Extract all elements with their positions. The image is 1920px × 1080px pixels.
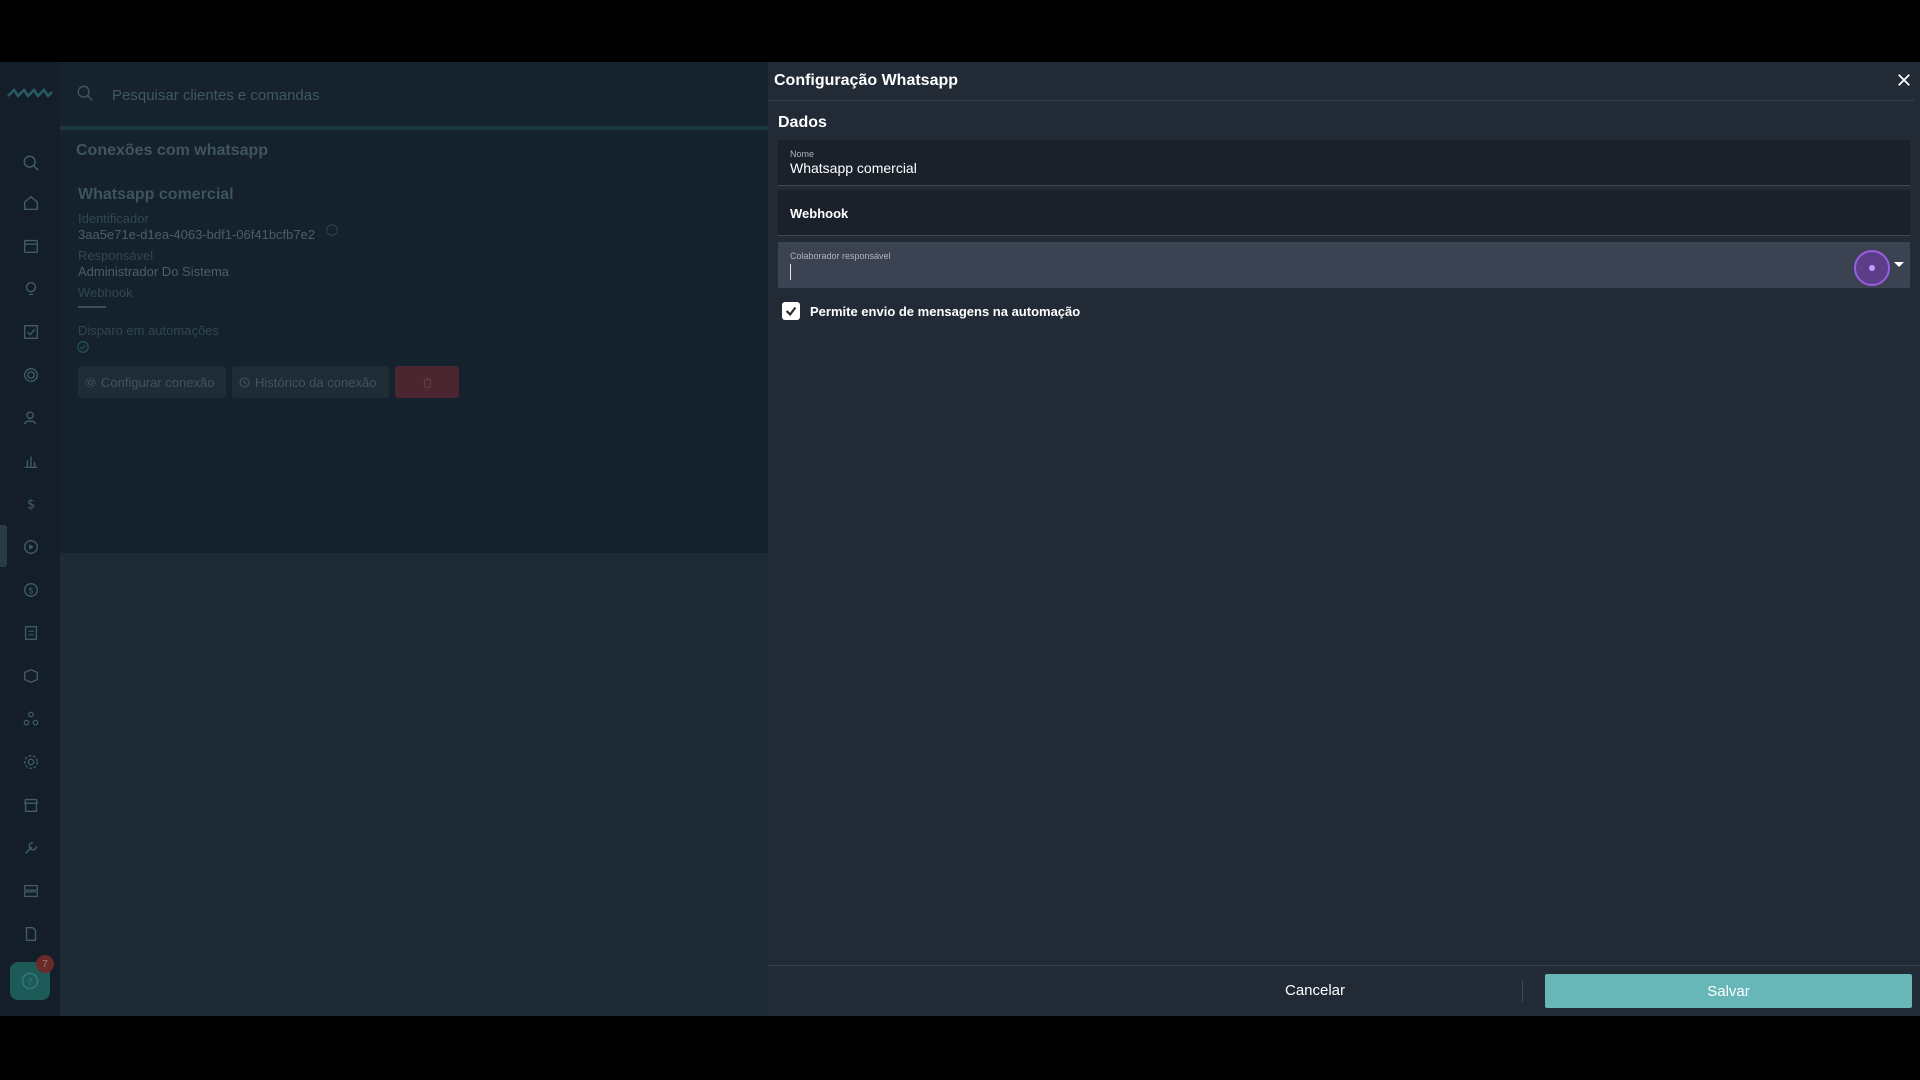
close-button[interactable] xyxy=(1894,70,1914,90)
help-icon: ? xyxy=(21,972,39,990)
history-icon xyxy=(239,377,250,387)
trash-icon xyxy=(422,377,432,388)
name-field-label: Nome xyxy=(790,149,815,159)
svg-text:?: ? xyxy=(27,977,32,988)
search-icon[interactable] xyxy=(20,152,42,174)
connection-history-button[interactable]: Histórico da conexão xyxy=(232,366,389,398)
gear-icon[interactable] xyxy=(20,751,42,773)
wrench-icon[interactable] xyxy=(20,837,42,859)
search-input[interactable]: Pesquisar clientes e comandas xyxy=(112,87,320,104)
whatsapp-icon[interactable] xyxy=(20,536,42,558)
whatsapp-config-drawer: Configuração Whatsapp Dados Nome Whatsap… xyxy=(768,62,1920,1016)
configure-connection-label: Configurar conexão xyxy=(101,374,215,390)
card-title: Conexões com whatsapp xyxy=(76,142,269,159)
section-title: Dados xyxy=(778,114,827,131)
store-icon[interactable] xyxy=(20,794,42,816)
sidebar: $ $ ? 7 xyxy=(0,62,60,1016)
drawer-footer: Cancelar Salvar xyxy=(768,965,1920,1016)
home-icon[interactable] xyxy=(20,192,42,214)
identifier-value: 3aa5e71e-d1ea-4063-bdf1-06f41bcfb7e2 xyxy=(78,227,316,242)
document-icon[interactable] xyxy=(20,622,42,644)
checklist-icon[interactable] xyxy=(20,321,42,343)
file-icon[interactable] xyxy=(20,923,42,945)
webhook-field[interactable]: Webhook xyxy=(778,190,1910,236)
identifier-label: Identificador xyxy=(78,211,149,226)
close-icon xyxy=(1898,74,1910,86)
name-field[interactable]: Nome Whatsapp comercial xyxy=(778,140,1910,186)
header-divider xyxy=(768,100,1914,101)
svg-text:$: $ xyxy=(28,587,34,597)
webhook-label: Webhook xyxy=(78,285,133,300)
dollar-icon[interactable]: $ xyxy=(20,493,42,515)
chevron-down-icon[interactable] xyxy=(1894,262,1904,267)
logo-icon xyxy=(7,88,53,98)
user-icon[interactable] xyxy=(20,407,42,429)
drawer-title: Configuração Whatsapp xyxy=(774,72,959,89)
search-icon xyxy=(77,85,93,101)
connection-name: Whatsapp comercial xyxy=(78,186,234,203)
active-nav-indicator xyxy=(0,525,7,567)
configure-connection-button[interactable]: Configurar conexão xyxy=(78,366,226,398)
connection-history-label: Histórico da conexão xyxy=(255,374,377,390)
save-button[interactable]: Salvar xyxy=(1545,974,1912,1008)
text-caret xyxy=(790,264,791,280)
collaborator-field-label: Colaborador responsável xyxy=(790,251,891,261)
app-window: $ $ ? 7 Pesquisar clientes e comandas Co… xyxy=(0,62,1920,1016)
notification-badge: 7 xyxy=(36,955,54,973)
chart-icon[interactable] xyxy=(20,450,42,472)
connections-card: Conexões com whatsapp Whatsapp comercial… xyxy=(60,126,768,553)
footer-separator xyxy=(1522,980,1523,1002)
box-icon[interactable] xyxy=(20,665,42,687)
mouse-cursor-indicator xyxy=(1854,250,1890,286)
responsible-value: Administrador Do Sistema xyxy=(78,264,229,279)
target-icon[interactable] xyxy=(20,364,42,386)
top-search-bar: Pesquisar clientes e comandas xyxy=(60,62,768,126)
automation-checkbox-label: Permite envio de mensagens na automação xyxy=(810,303,1081,319)
cancel-button[interactable]: Cancelar xyxy=(1228,972,1402,1008)
server-icon[interactable] xyxy=(20,880,42,902)
webhook-empty-value xyxy=(78,306,106,308)
delete-connection-button[interactable] xyxy=(395,366,459,398)
gear-icon xyxy=(85,377,96,387)
lightbulb-icon[interactable] xyxy=(20,278,42,300)
responsible-label: Responsável xyxy=(78,248,154,263)
automation-checkbox[interactable] xyxy=(782,302,800,320)
letterbox-bottom xyxy=(0,1016,1920,1080)
svg-text:$: $ xyxy=(27,497,36,513)
calendar-icon[interactable] xyxy=(20,235,42,257)
copy-icon[interactable] xyxy=(325,223,339,237)
check-circle-icon xyxy=(77,341,89,353)
collaborator-select[interactable]: Colaborador responsável xyxy=(778,242,1910,288)
automation-label: Disparo em automações xyxy=(78,323,219,338)
webhook-field-label: Webhook xyxy=(790,206,849,221)
network-icon[interactable] xyxy=(20,708,42,730)
automation-checkbox-row[interactable]: Permite envio de mensagens na automação xyxy=(782,302,1080,320)
coin-icon[interactable]: $ xyxy=(20,579,42,601)
checkmark-icon xyxy=(785,306,797,317)
letterbox-top xyxy=(0,0,1920,62)
name-field-value: Whatsapp comercial xyxy=(790,160,917,176)
